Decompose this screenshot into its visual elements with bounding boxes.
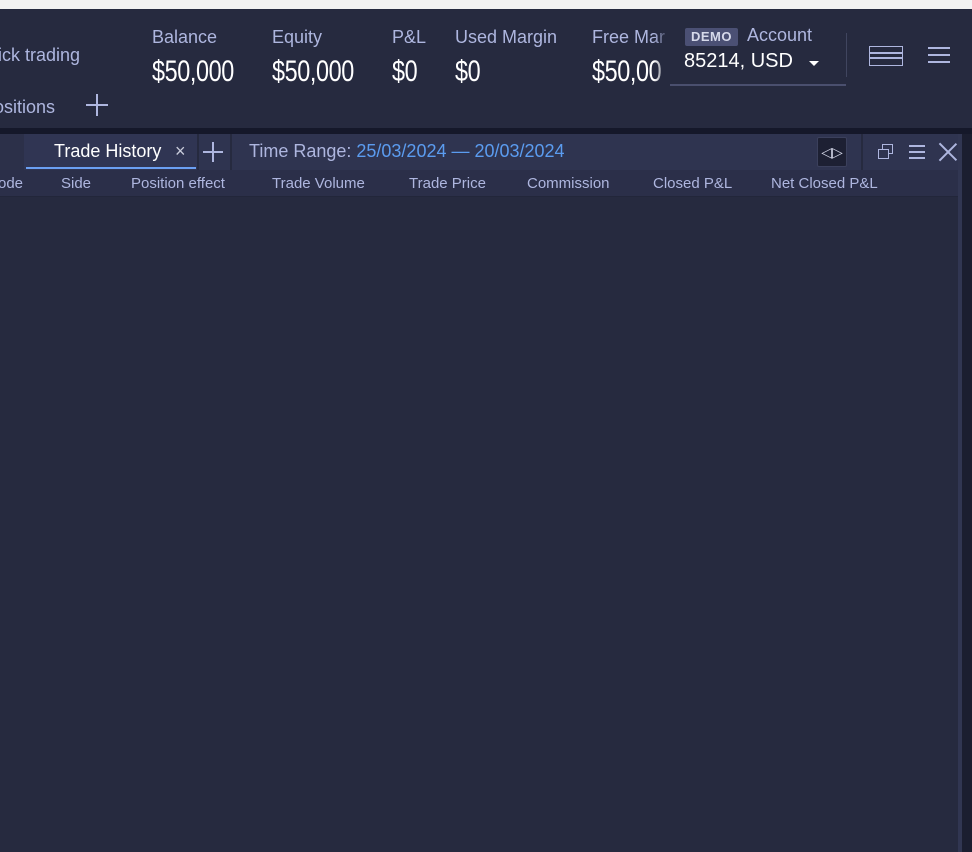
balance-stat: Balance $50,000 [152,25,257,89]
column-header-net-closed-pl[interactable]: Net Closed P&L [771,175,878,192]
free-margin-fade [654,25,670,89]
account-label: Account [747,25,813,45]
add-panel-tab-icon[interactable] [203,142,223,162]
trading-app: lick trading ositions Balance $50,000 Eq… [0,0,972,852]
column-header-side[interactable]: Side [61,175,91,192]
column-header-commission[interactable]: Commission [527,175,610,192]
layout-icon[interactable] [869,46,903,66]
trade-history-panel: Trade History × Time Range: 25/03/2024 —… [0,134,960,852]
panel-scrollbar[interactable] [958,134,962,852]
account-value: 85214, USD [684,50,793,72]
column-header-code[interactable]: ode [0,175,23,192]
pl-label: P&L [392,27,427,47]
close-panel-icon[interactable] [938,142,958,162]
equity-value: $50,000 [272,55,354,88]
used-margin-value: $0 [455,55,481,88]
active-tab-indicator [26,167,196,169]
time-range-value[interactable]: 25/03/2024 — 20/03/2024 [356,141,564,161]
previous-tab-fragment[interactable] [0,134,24,170]
demo-badge: DEMO [685,28,738,46]
used-margin-stat: Used Margin $0 [455,25,557,89]
column-header-position-effect[interactable]: Position effect [131,175,225,192]
add-tab-plus-icon[interactable] [86,94,108,116]
window-top-strip [0,0,972,9]
balance-label: Balance [152,27,218,47]
balance-value: $50,000 [152,55,234,88]
equity-stat: Equity $50,000 [272,25,377,89]
panel-tab-bar: Trade History × Time Range: 25/03/2024 —… [0,134,960,170]
time-range-label: Time Range: [249,141,352,161]
tab-divider [230,134,232,170]
table-column-header: ode Side Position effect Trade Volume Tr… [0,170,960,197]
hamburger-menu-icon[interactable] [928,45,950,65]
tab-divider [197,134,199,170]
free-margin-value: $50,00 [592,55,662,88]
equity-label: Equity [272,27,323,47]
free-margin-stat: Free Mar $50,00 [592,25,670,89]
account-header: lick trading ositions Balance $50,000 Eq… [0,9,972,128]
header-divider [846,33,847,77]
popout-window-icon[interactable] [878,144,894,160]
column-header-trade-volume[interactable]: Trade Volume [272,175,365,192]
time-range-filter[interactable]: Time Range: 25/03/2024 — 20/03/2024 [249,141,565,162]
tab-divider [861,134,863,170]
account-underline [670,84,846,86]
column-header-trade-price[interactable]: Trade Price [409,175,486,192]
nav-positions-tab[interactable]: ositions [0,97,55,118]
pl-value: $0 [392,55,418,88]
column-header-closed-pl[interactable]: Closed P&L [653,175,732,192]
used-margin-label: Used Margin [455,27,558,47]
nav-one-click-trading[interactable]: lick trading [0,45,80,66]
trade-history-table-body [0,197,960,852]
pl-stat: P&L $0 [392,25,426,89]
close-tab-icon[interactable]: × [175,142,186,160]
chevron-down-icon [809,61,819,66]
tab-trade-history-label: Trade History [54,141,162,161]
account-selector[interactable]: DEMO Account 85214, USD [670,25,846,87]
tab-trade-history[interactable]: Trade History × [24,134,197,170]
split-view-button[interactable]: ◁▷ [817,137,847,167]
panel-menu-icon[interactable] [909,144,925,160]
